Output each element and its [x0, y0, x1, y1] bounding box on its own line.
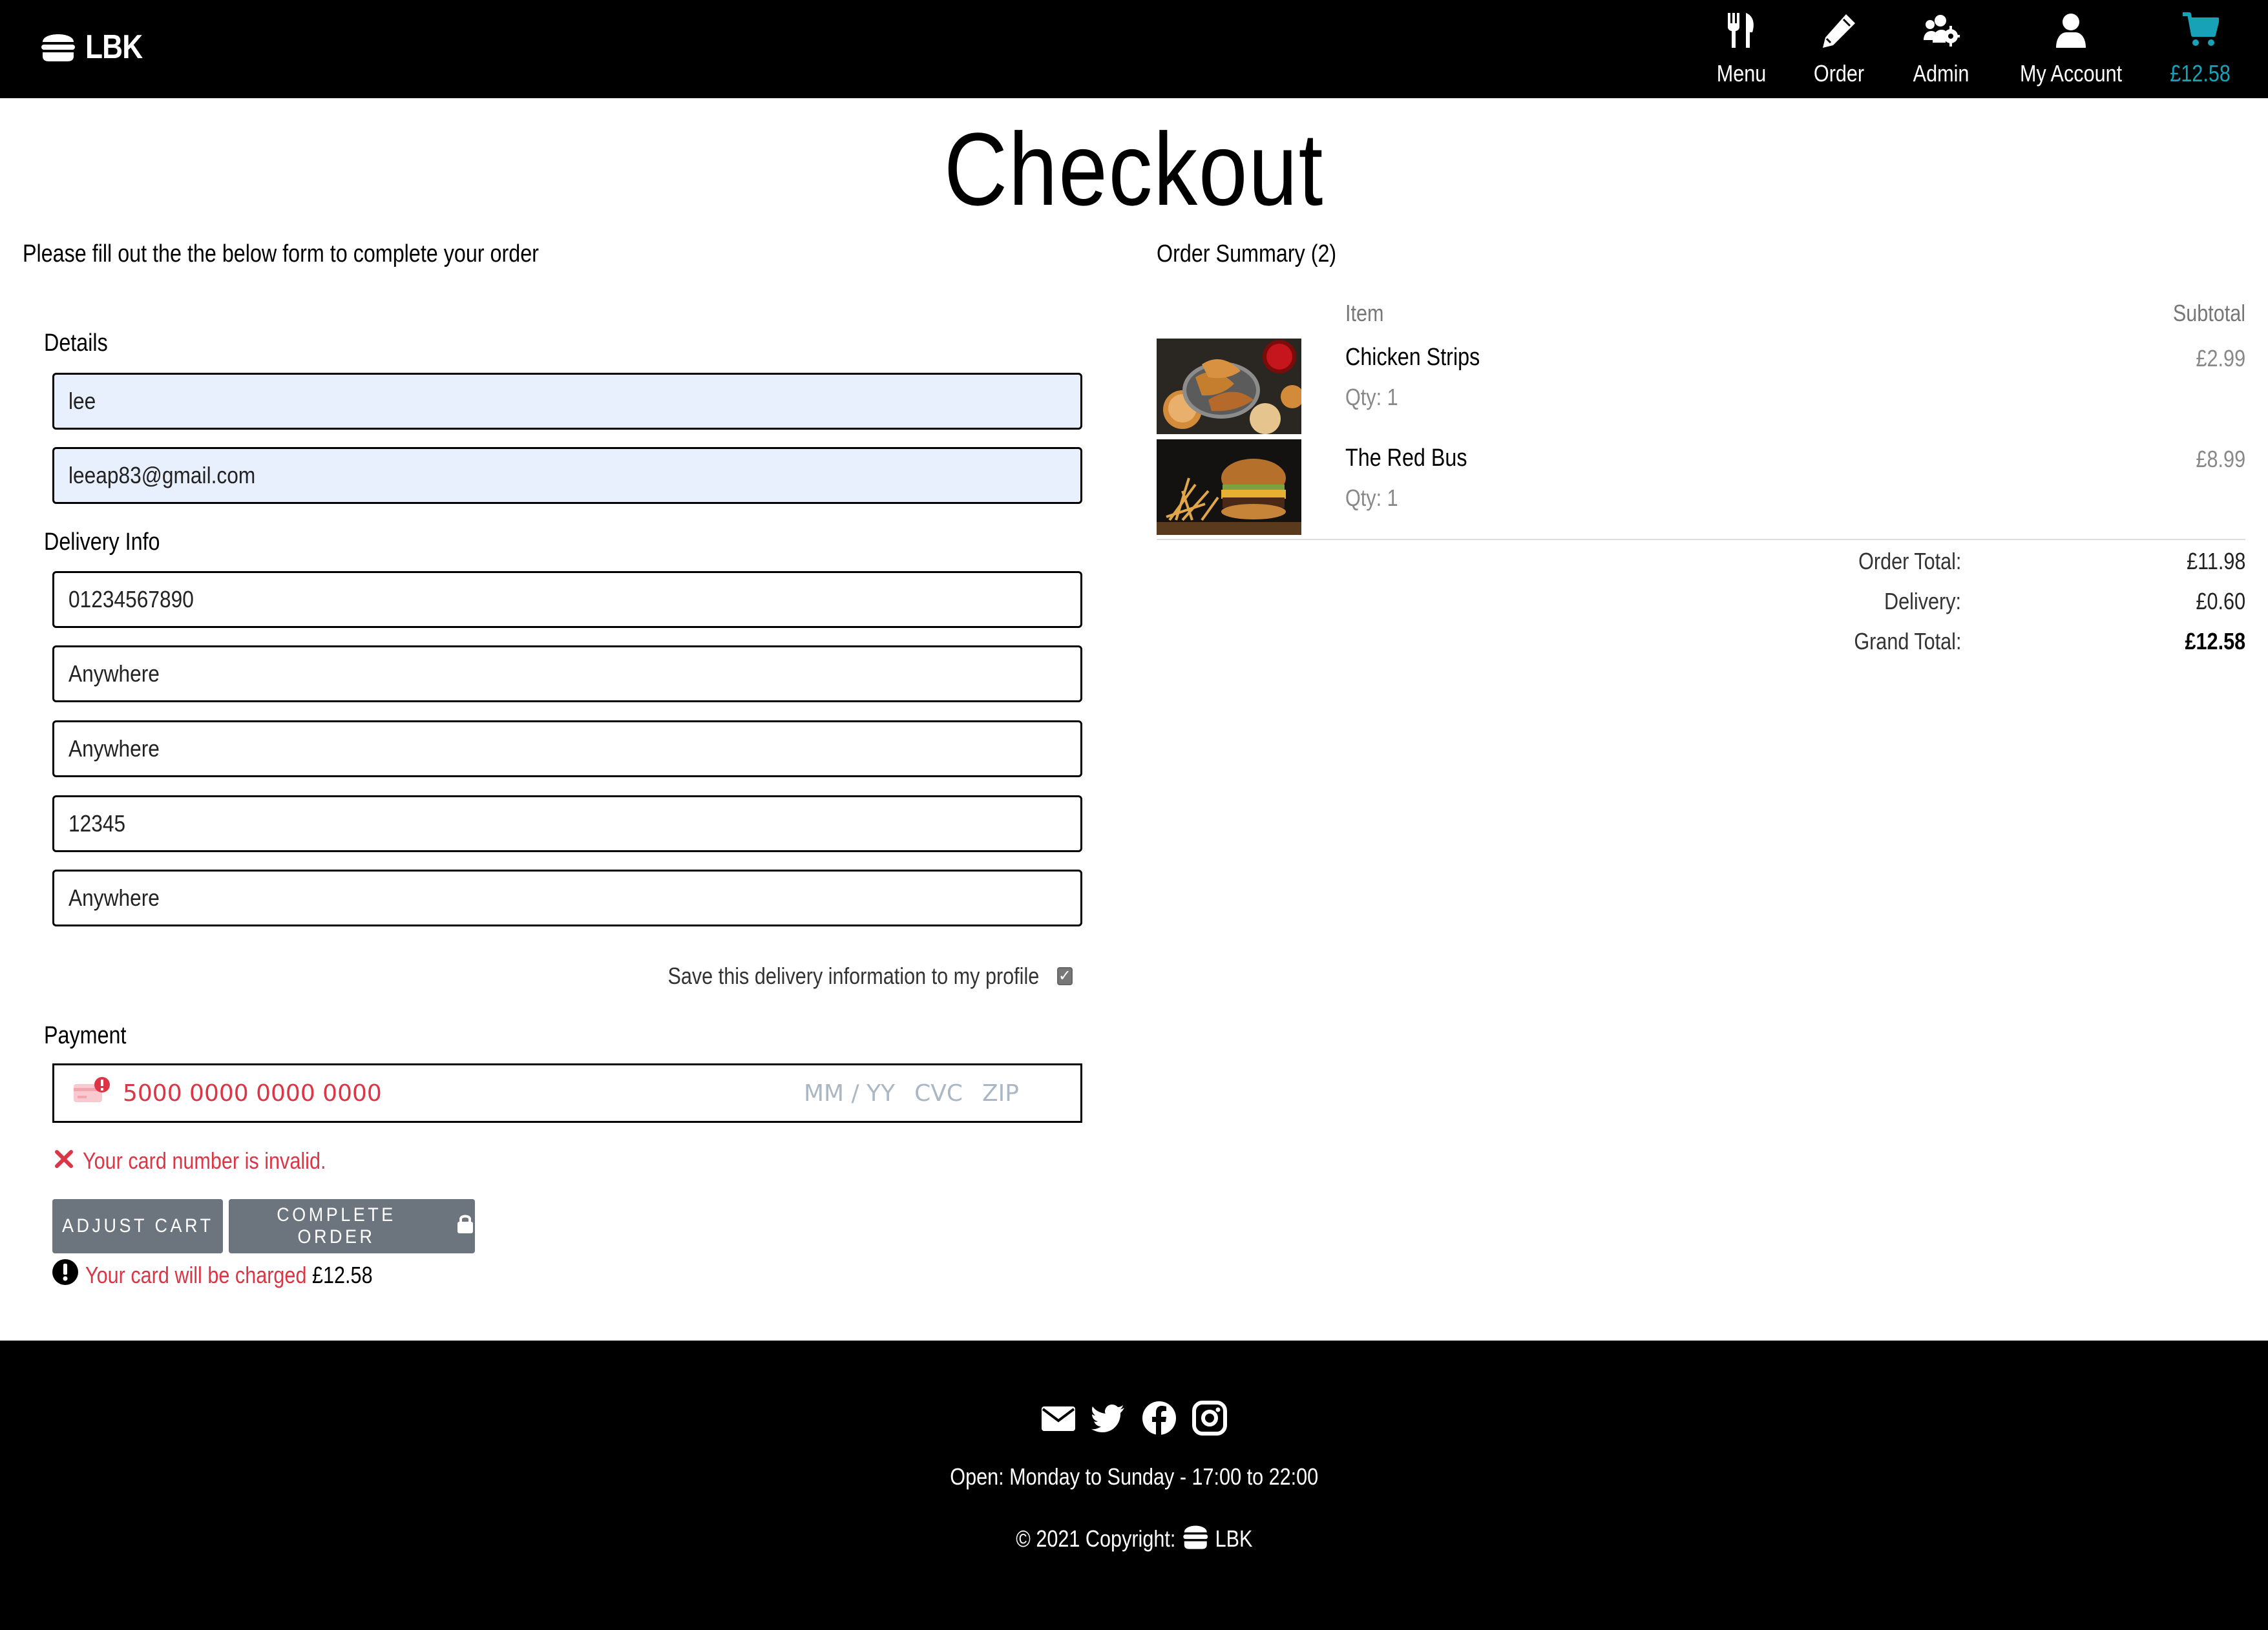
- charge-warning-text: Your card will be charged: [85, 1261, 307, 1288]
- address-line-1-input[interactable]: [68, 660, 960, 687]
- charge-notice: Your card will be charged £12.58: [52, 1259, 423, 1291]
- burger-icon: [39, 28, 78, 67]
- city-field[interactable]: [52, 870, 1082, 926]
- navbar: LBK Menu Order Admin My Account £12.58: [0, 0, 2268, 98]
- details-heading: Details: [44, 329, 108, 357]
- summary-divider: [1157, 539, 2245, 540]
- card-cvc-input[interactable]: CVC: [914, 1080, 963, 1107]
- save-delivery-info-label: Save this delivery information to my pro…: [667, 963, 1039, 989]
- social-links: [0, 1400, 2268, 1436]
- user-icon: [2052, 12, 2090, 60]
- card-number-value[interactable]: 5000 0000 0000 0000: [123, 1080, 382, 1107]
- lock-icon: [456, 1213, 475, 1240]
- phone-input[interactable]: [68, 586, 960, 613]
- copyright-text: © 2021 Copyright:: [1015, 1525, 1176, 1552]
- close-icon: [54, 1147, 74, 1175]
- delivery-info-heading: Delivery Info: [44, 528, 160, 556]
- item-price: £2.99: [2196, 345, 2245, 371]
- delivery-label: Delivery:: [1884, 588, 1961, 614]
- adjust-cart-label: ADJUST CART: [61, 1215, 214, 1237]
- nav-admin-label: Admin: [1913, 59, 1969, 87]
- card-input-field[interactable]: 5000 0000 0000 0000 MM / YY CVC ZIP: [52, 1063, 1082, 1123]
- item-name: The Red Bus: [1345, 444, 1467, 472]
- order-total-label: Order Total:: [1858, 548, 1961, 574]
- order-summary-title: Order Summary (2): [1157, 240, 1337, 267]
- red-bus-burger-image: [1157, 439, 1301, 535]
- envelope-icon[interactable]: [1040, 1400, 1076, 1436]
- item-qty: Qty: 1: [1345, 384, 1398, 410]
- brand-name: LBK: [85, 28, 143, 66]
- card-expiry-input[interactable]: MM / YY: [804, 1080, 895, 1107]
- card-zip-input[interactable]: ZIP: [982, 1080, 1019, 1107]
- email-field[interactable]: [52, 447, 1082, 504]
- shopping-cart-icon: [2181, 12, 2220, 60]
- complete-order-button[interactable]: COMPLETE ORDER: [229, 1199, 475, 1253]
- pencil-icon: [1820, 12, 1858, 60]
- burger-icon: [1181, 1520, 1210, 1557]
- opening-hours: Open: Monday to Sunday - 17:00 to 22:00: [0, 1463, 2268, 1490]
- item-price: £8.99: [2196, 446, 2245, 472]
- full-name-input[interactable]: [68, 388, 960, 415]
- save-delivery-info-checkbox[interactable]: ✓: [1056, 967, 1073, 985]
- opening-hours-text: Open: Monday to Sunday - 17:00 to 22:00: [950, 1463, 1318, 1490]
- twitter-icon[interactable]: [1091, 1400, 1127, 1436]
- address-line-2-field[interactable]: [52, 720, 1082, 777]
- card-error-message: Your card number is invalid.: [83, 1147, 326, 1174]
- instagram-icon[interactable]: [1192, 1400, 1228, 1436]
- phone-field[interactable]: [52, 571, 1082, 628]
- form-intro: Please fill out the the below form to co…: [23, 240, 539, 267]
- nav-menu-label: Menu: [1716, 59, 1767, 87]
- footer: Open: Monday to Sunday - 17:00 to 22:00 …: [0, 1341, 2268, 1630]
- subtotal-column-header: Subtotal: [2172, 300, 2245, 326]
- brand-logo-link[interactable]: LBK: [39, 25, 152, 70]
- nav-menu[interactable]: Menu: [1706, 6, 1777, 92]
- address-line-1-field[interactable]: [52, 645, 1082, 702]
- delivery-value: £0.60: [2196, 588, 2245, 614]
- order-total-value: £11.98: [2186, 548, 2245, 574]
- grand-total-value: £12.58: [2185, 628, 2245, 654]
- postcode-input[interactable]: [68, 810, 960, 837]
- item-column-header: Item: [1345, 300, 1384, 326]
- nav-order[interactable]: Order: [1807, 6, 1871, 92]
- save-delivery-info-row[interactable]: Save this delivery information to my pro…: [646, 963, 1073, 990]
- address-line-2-input[interactable]: [68, 735, 960, 762]
- charge-amount: £12.58: [311, 1261, 373, 1288]
- full-name-field[interactable]: [52, 373, 1082, 430]
- facebook-icon[interactable]: [1141, 1400, 1177, 1436]
- copyright: © 2021 Copyright: LBK: [0, 1520, 2268, 1557]
- chicken-strips-image: [1157, 339, 1301, 434]
- adjust-cart-button[interactable]: ADJUST CART: [52, 1199, 223, 1253]
- nav-order-label: Order: [1813, 59, 1865, 87]
- postcode-field[interactable]: [52, 795, 1082, 852]
- city-input[interactable]: [68, 884, 960, 912]
- utensils-icon: [1723, 12, 1760, 60]
- email-input[interactable]: [68, 462, 960, 489]
- nav-admin[interactable]: Admin: [1902, 6, 1980, 92]
- exclamation-circle-icon: [52, 1259, 79, 1291]
- users-cog-icon: [1922, 12, 1960, 60]
- card-error-row: Your card number is invalid.: [54, 1147, 369, 1175]
- footer-brand[interactable]: LBK: [1215, 1525, 1252, 1552]
- item-qty: Qty: 1: [1345, 485, 1398, 511]
- cart-total: £12.58: [2170, 59, 2231, 87]
- payment-heading: Payment: [44, 1022, 127, 1049]
- nav-cart[interactable]: £12.58: [2161, 6, 2239, 92]
- card-extra-fields: MM / YY CVC ZIP: [804, 1080, 1019, 1107]
- nav-my-account-label: My Account: [2019, 59, 2123, 87]
- card-error-icon: [72, 1076, 123, 1111]
- nav-my-account[interactable]: My Account: [2010, 6, 2132, 92]
- grand-total-label: Grand Total:: [1853, 628, 1961, 654]
- item-name: Chicken Strips: [1345, 344, 1480, 371]
- complete-order-label: COMPLETE ORDER: [277, 1204, 396, 1248]
- page-title: Checkout: [943, 111, 1325, 227]
